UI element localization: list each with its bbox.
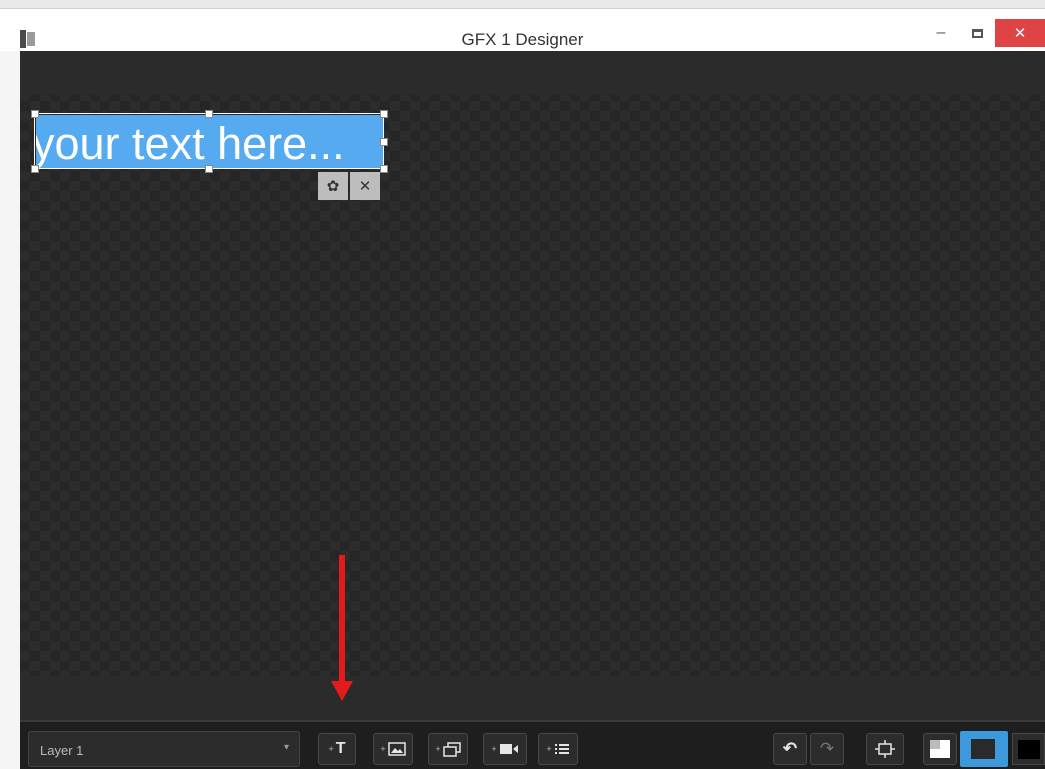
maximize-button[interactable] xyxy=(964,19,990,47)
minimize-button[interactable]: – xyxy=(930,19,952,47)
resize-handle-bottom-right[interactable] xyxy=(380,165,388,173)
checker-square xyxy=(930,740,940,749)
gear-icon: ✿ xyxy=(326,178,340,195)
close-icon: ✕ xyxy=(358,178,372,195)
layer-select-value: Layer 1 xyxy=(40,743,84,758)
title-bar[interactable]: GFX 1 Designer – ✕ xyxy=(0,9,1045,51)
add-video-button[interactable]: + xyxy=(483,733,527,765)
add-list-button[interactable]: + xyxy=(538,733,578,765)
text-element-content[interactable]: your text here... xyxy=(36,118,345,169)
left-frame xyxy=(0,51,20,769)
redo-button[interactable]: ↷ xyxy=(810,733,844,765)
add-overlay-button[interactable]: + xyxy=(428,733,468,765)
undo-button[interactable]: ↶ xyxy=(773,733,807,765)
background-black-button[interactable] xyxy=(1012,733,1045,765)
resize-handle-top[interactable] xyxy=(205,110,213,118)
designer-window: GFX 1 Designer – ✕ your text here... ✿ ✕… xyxy=(0,0,1045,769)
text-element[interactable]: your text here... xyxy=(36,115,384,169)
canvas-top-margin xyxy=(20,51,1045,95)
element-delete-button[interactable]: ✕ xyxy=(350,172,380,200)
resize-handle-bottom-left[interactable] xyxy=(31,165,39,173)
close-button[interactable]: ✕ xyxy=(995,19,1045,47)
resize-handle-right[interactable] xyxy=(380,138,388,146)
layer-select[interactable]: Layer 1 ▾ xyxy=(28,731,300,767)
layers-icon xyxy=(442,741,461,757)
window-title: GFX 1 Designer xyxy=(461,30,584,49)
image-icon xyxy=(387,742,406,756)
element-settings-button[interactable]: ✿ xyxy=(318,172,348,200)
background-dark-button[interactable] xyxy=(960,731,1008,767)
list-icon xyxy=(554,744,569,754)
redo-icon: ↷ xyxy=(819,739,835,758)
fit-to-screen-button[interactable] xyxy=(866,733,904,765)
annotation-arrow-head xyxy=(331,681,353,701)
chevron-down-icon: ▾ xyxy=(283,742,289,753)
fit-frame-icon xyxy=(875,740,895,758)
dark-checker-swatch xyxy=(971,739,995,759)
text-tool-icon: T xyxy=(335,740,346,757)
maximize-icon xyxy=(971,28,983,38)
canvas-bottom-margin xyxy=(20,676,1045,720)
background-white-button[interactable] xyxy=(923,733,957,765)
black-swatch xyxy=(1018,740,1040,759)
resize-handle-top-left[interactable] xyxy=(31,110,39,118)
add-text-button[interactable]: + T xyxy=(318,733,356,765)
undo-icon: ↶ xyxy=(782,739,798,758)
add-image-button[interactable]: + xyxy=(373,733,413,765)
top-strip xyxy=(0,0,1045,9)
annotation-arrow xyxy=(339,555,345,681)
resize-handle-bottom[interactable] xyxy=(205,165,213,173)
video-camera-icon xyxy=(499,744,518,754)
resize-handle-top-right[interactable] xyxy=(380,110,388,118)
